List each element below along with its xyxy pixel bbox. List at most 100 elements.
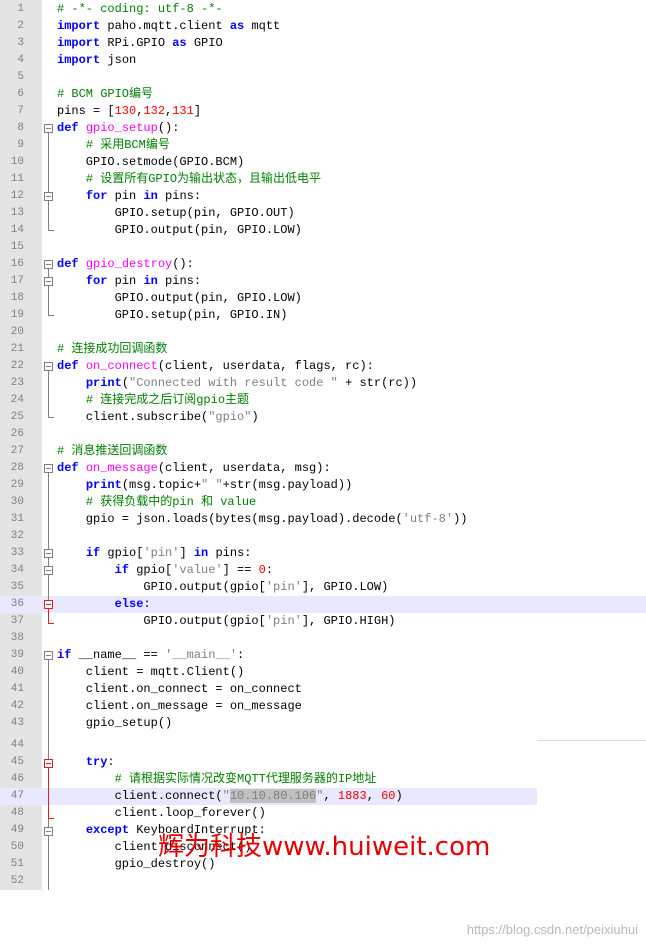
code-text[interactable]: GPIO.output(gpio['pin'], GPIO.HIGH): [57, 613, 395, 630]
code-line[interactable]: 12 for pin in pins:: [0, 188, 646, 205]
code-line[interactable]: 4 import json: [0, 52, 646, 69]
code-line[interactable]: 5: [0, 69, 646, 86]
code-text[interactable]: print("Connected with result code " + st…: [57, 375, 417, 392]
code-line[interactable]: 25 client.subscribe("gpio"): [0, 409, 646, 426]
code-line[interactable]: 27 # 消息推送回调函数: [0, 443, 646, 460]
fold-toggle-icon[interactable]: [44, 192, 53, 201]
code-line[interactable]: 31 gpio = json.loads(bytes(msg.payload).…: [0, 511, 646, 528]
code-line[interactable]: 19 GPIO.setup(pin, GPIO.IN): [0, 307, 646, 324]
code-text[interactable]: client.on_message = on_message: [57, 698, 302, 715]
code-text[interactable]: else:: [57, 596, 151, 613]
code-line[interactable]: 40 client = mqtt.Client(): [0, 664, 646, 681]
code-line[interactable]: 14 GPIO.output(pin, GPIO.LOW): [0, 222, 646, 239]
code-text[interactable]: gpio = json.loads(bytes(msg.payload).dec…: [57, 511, 468, 528]
code-text[interactable]: def gpio_setup():: [57, 120, 179, 137]
code-text[interactable]: # BCM GPIO编号: [57, 86, 153, 103]
code-line[interactable]: 28 def on_message(client, userdata, msg):: [0, 460, 646, 477]
code-text[interactable]: import json: [57, 52, 136, 69]
code-line[interactable]: 2 import paho.mqtt.client as mqtt: [0, 18, 646, 35]
code-line[interactable]: 45 try:: [0, 754, 646, 771]
code-text[interactable]: pins = [130,132,131]: [57, 103, 201, 120]
code-line[interactable]: 6 # BCM GPIO编号: [0, 86, 646, 103]
code-text[interactable]: if gpio['pin'] in pins:: [57, 545, 252, 562]
code-line[interactable]: 3 import RPi.GPIO as GPIO: [0, 35, 646, 52]
code-text[interactable]: # 消息推送回调函数: [57, 443, 167, 460]
code-text[interactable]: # 采用BCM编号: [57, 137, 170, 154]
code-text[interactable]: GPIO.setup(pin, GPIO.IN): [57, 307, 288, 324]
fold-toggle-icon[interactable]: [44, 464, 53, 473]
code-line[interactable]: 39 if __name__ == '__main__':: [0, 647, 646, 664]
fold-toggle-icon[interactable]: [44, 362, 53, 371]
code-text[interactable]: GPIO.output(pin, GPIO.LOW): [57, 290, 302, 307]
code-text[interactable]: if __name__ == '__main__':: [57, 647, 244, 664]
code-text[interactable]: if gpio['value'] == 0:: [57, 562, 273, 579]
code-line[interactable]: 43 gpio_setup(): [0, 715, 646, 732]
code-line[interactable]: 15: [0, 239, 646, 256]
fold-toggle-icon[interactable]: [44, 277, 53, 286]
code-line[interactable]: 16 def gpio_destroy():: [0, 256, 646, 273]
code-line[interactable]: 29 print(msg.topic+" "+str(msg.payload)): [0, 477, 646, 494]
code-line[interactable]: 21 # 连接成功回调函数: [0, 341, 646, 358]
code-editor[interactable]: 1 # -*- coding: utf-8 -*- 2 import paho.mqt…: [0, 0, 646, 890]
code-line[interactable]: 41 client.on_connect = on_connect: [0, 681, 646, 698]
code-line[interactable]: 47 client.connect("10.10.80.106", 1883, …: [0, 788, 537, 805]
code-text[interactable]: gpio_setup(): [57, 715, 172, 732]
code-text[interactable]: client.on_connect = on_connect: [57, 681, 302, 698]
code-line[interactable]: 48 client.loop_forever(): [0, 805, 646, 822]
code-line[interactable]: 46 # 请根据实际情况改变MQTT代理服务器的IP地址: [0, 771, 646, 788]
code-text[interactable]: client.subscribe("gpio"): [57, 409, 259, 426]
code-text[interactable]: def gpio_destroy():: [57, 256, 194, 273]
fold-toggle-icon[interactable]: [44, 549, 53, 558]
code-line[interactable]: 26: [0, 426, 646, 443]
code-line[interactable]: 20: [0, 324, 646, 341]
code-text[interactable]: client = mqtt.Client(): [57, 664, 244, 681]
code-line[interactable]: 23 print("Connected with result code " +…: [0, 375, 646, 392]
code-text[interactable]: def on_connect(client, userdata, flags, …: [57, 358, 374, 375]
code-text[interactable]: def on_message(client, userdata, msg):: [57, 460, 331, 477]
code-line[interactable]: 37 GPIO.output(gpio['pin'], GPIO.HIGH): [0, 613, 646, 630]
code-line[interactable]: 18 GPIO.output(pin, GPIO.LOW): [0, 290, 646, 307]
code-line[interactable]: 22 def on_connect(client, userdata, flags…: [0, 358, 646, 375]
code-text[interactable]: GPIO.output(gpio['pin'], GPIO.LOW): [57, 579, 388, 596]
fold-toggle-icon[interactable]: [44, 600, 53, 609]
code-text[interactable]: # 请根据实际情况改变MQTT代理服务器的IP地址: [57, 771, 377, 788]
code-line[interactable]: 17 for pin in pins:: [0, 273, 646, 290]
fold-toggle-icon[interactable]: [44, 260, 53, 269]
fold-toggle-icon[interactable]: [44, 827, 53, 836]
code-line[interactable]: 38: [0, 630, 646, 647]
code-line[interactable]: 35 GPIO.output(gpio['pin'], GPIO.LOW): [0, 579, 646, 596]
code-text[interactable]: # 获得负载中的pin 和 value: [57, 494, 256, 511]
code-text[interactable]: GPIO.output(pin, GPIO.LOW): [57, 222, 302, 239]
code-line[interactable]: 13 GPIO.setup(pin, GPIO.OUT): [0, 205, 646, 222]
code-line[interactable]: 36 else:: [0, 596, 646, 613]
code-text[interactable]: import RPi.GPIO as GPIO: [57, 35, 223, 52]
code-line[interactable]: 9 # 采用BCM编号: [0, 137, 646, 154]
code-line[interactable]: 52: [0, 873, 646, 890]
code-line[interactable]: 11 # 设置所有GPIO为输出状态，且输出低电平: [0, 171, 646, 188]
code-text[interactable]: # 连接完成之后订阅gpio主题: [57, 392, 249, 409]
code-text[interactable]: # -*- coding: utf-8 -*-: [57, 1, 223, 18]
fold-toggle-icon[interactable]: [44, 759, 53, 768]
fold-toggle-icon[interactable]: [44, 566, 53, 575]
code-line[interactable]: 24 # 连接完成之后订阅gpio主题: [0, 392, 646, 409]
code-text[interactable]: for pin in pins:: [57, 188, 201, 205]
code-line[interactable]: 32: [0, 528, 646, 545]
code-text[interactable]: GPIO.setup(pin, GPIO.OUT): [57, 205, 295, 222]
fold-toggle-icon[interactable]: [44, 124, 53, 133]
code-text[interactable]: # 连接成功回调函数: [57, 341, 167, 358]
code-text[interactable]: # 设置所有GPIO为输出状态，且输出低电平: [57, 171, 321, 188]
code-line[interactable]: 34 if gpio['value'] == 0:: [0, 562, 646, 579]
fold-toggle-icon[interactable]: [44, 651, 53, 660]
code-text[interactable]: GPIO.setmode(GPIO.BCM): [57, 154, 244, 171]
code-line[interactable]: 7 pins = [130,132,131]: [0, 103, 646, 120]
code-line[interactable]: 10 GPIO.setmode(GPIO.BCM): [0, 154, 646, 171]
code-line[interactable]: 42 client.on_message = on_message: [0, 698, 646, 715]
code-line[interactable]: 33 if gpio['pin'] in pins:: [0, 545, 646, 562]
code-text[interactable]: for pin in pins:: [57, 273, 201, 290]
code-line[interactable]: 1 # -*- coding: utf-8 -*-: [0, 1, 646, 18]
code-line[interactable]: 8 def gpio_setup():: [0, 120, 646, 137]
code-text[interactable]: try:: [57, 754, 115, 771]
code-text[interactable]: import paho.mqtt.client as mqtt: [57, 18, 280, 35]
code-text[interactable]: client.connect("10.10.80.106", 1883, 60): [57, 788, 403, 805]
code-text[interactable]: print(msg.topic+" "+str(msg.payload)): [57, 477, 352, 494]
